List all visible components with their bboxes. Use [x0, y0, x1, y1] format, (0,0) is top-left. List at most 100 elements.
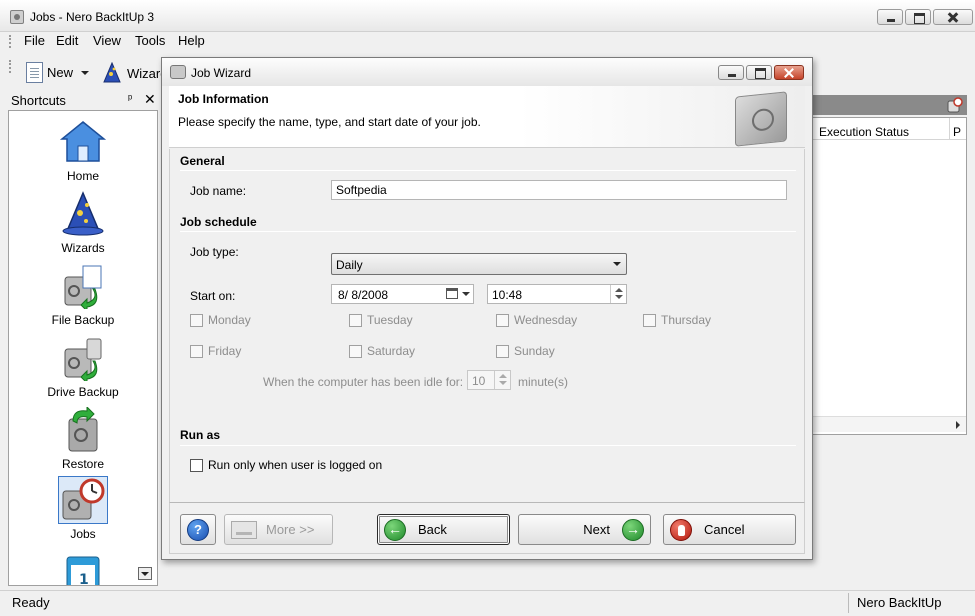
- wizard-button[interactable]: Wizard: [101, 62, 167, 84]
- checkbox-label: Saturday: [367, 344, 416, 358]
- pin-icon[interactable]: ᵖ: [128, 93, 132, 105]
- new-dropdown-arrow-icon[interactable]: [81, 70, 90, 75]
- job-list[interactable]: Execution Status P: [810, 117, 967, 435]
- header-title: Job Information: [178, 92, 269, 106]
- start-time-value: 10:48: [492, 288, 523, 302]
- scroll-down-button[interactable]: [138, 567, 152, 580]
- start-date-picker[interactable]: 8/ 8/2008: [331, 284, 474, 304]
- idle-spinner[interactable]: [494, 371, 510, 389]
- horizontal-scrollbar[interactable]: [811, 416, 966, 432]
- dialog-titlebar[interactable]: Job Wizard: [162, 58, 812, 86]
- shortcut-jobs[interactable]: Jobs: [9, 476, 157, 541]
- calendar-icon: 1: [59, 551, 107, 585]
- header-description: Please specify the name, type, and start…: [178, 115, 481, 129]
- minimize-button[interactable]: [877, 9, 903, 25]
- checkbox-box[interactable]: [190, 458, 203, 472]
- checkbox-box[interactable]: [349, 313, 362, 327]
- column-p[interactable]: P: [953, 125, 961, 139]
- shortcuts-header: Shortcuts ᵖ ✕: [8, 91, 158, 110]
- checkbox-box[interactable]: [190, 344, 203, 358]
- close-pane-icon[interactable]: ✕: [144, 91, 156, 108]
- section-divider: [180, 231, 796, 232]
- help-button[interactable]: ?: [180, 514, 216, 545]
- back-button[interactable]: ← Back: [377, 514, 510, 545]
- new-document-icon: [26, 62, 43, 83]
- help-icon: ?: [187, 518, 209, 541]
- shortcut-label: File Backup: [51, 313, 115, 327]
- shortcut-wizards[interactable]: Wizards: [9, 191, 157, 255]
- more-button[interactable]: More >>: [224, 514, 333, 545]
- menu-edit[interactable]: Edit: [56, 33, 78, 48]
- next-button[interactable]: Next →: [518, 514, 651, 545]
- checkbox-wednesday[interactable]: Wednesday: [496, 313, 577, 327]
- maximize-button[interactable]: [905, 9, 931, 25]
- wizard-hat-icon: [59, 191, 107, 237]
- dialog-title: Job Wizard: [191, 66, 252, 80]
- right-panel-icon: [947, 97, 963, 113]
- checkbox-label: Friday: [208, 344, 242, 358]
- job-list-header: Execution Status P: [811, 118, 966, 140]
- checkbox-label: Tuesday: [367, 313, 413, 327]
- idle-label: When the computer has been idle for:: [263, 375, 464, 389]
- close-button[interactable]: [933, 9, 973, 25]
- shortcut-file-backup[interactable]: File Backup: [9, 263, 157, 327]
- menu-view[interactable]: View: [93, 33, 121, 48]
- cancel-button[interactable]: Cancel: [663, 514, 796, 545]
- menu-file[interactable]: File: [24, 33, 45, 48]
- column-divider[interactable]: [949, 118, 950, 140]
- dialog-header: Job Information Please specify the name,…: [169, 86, 805, 148]
- checkbox-sunday[interactable]: Sunday: [496, 344, 555, 358]
- dialog-maximize-button[interactable]: [746, 65, 772, 80]
- shortcut-drive-backup[interactable]: Drive Backup: [9, 335, 157, 399]
- shortcut-calendar[interactable]: 1: [9, 551, 157, 585]
- checkbox-box[interactable]: [496, 344, 509, 358]
- checkbox-box[interactable]: [349, 344, 362, 358]
- dialog-close-button[interactable]: [774, 65, 804, 80]
- checkbox-label: Sunday: [514, 344, 555, 358]
- checkbox-box[interactable]: [496, 313, 509, 327]
- checkbox-tuesday[interactable]: Tuesday: [349, 313, 413, 327]
- checkbox-logged-on[interactable]: Run only when user is logged on: [190, 458, 382, 472]
- back-arrow-icon: ←: [384, 518, 406, 541]
- status-app-name: Nero BackItUp: [857, 595, 942, 610]
- idle-minutes-value: 10: [472, 374, 486, 388]
- right-panel-header: [810, 95, 967, 115]
- wizard-hat-icon: [103, 62, 121, 83]
- status-text: Ready: [12, 595, 50, 610]
- checkbox-label: Run only when user is logged on: [208, 458, 383, 472]
- calendar-icon[interactable]: [446, 288, 458, 299]
- section-divider: [180, 445, 796, 446]
- stop-hand-icon: [670, 518, 692, 541]
- back-label: Back: [418, 522, 447, 537]
- job-name-input[interactable]: [331, 180, 787, 200]
- job-type-select[interactable]: Daily: [331, 253, 627, 275]
- checkbox-label: Thursday: [661, 313, 712, 327]
- shortcut-restore[interactable]: Restore: [9, 405, 157, 471]
- shortcut-home[interactable]: Home: [9, 119, 157, 183]
- idle-minutes-input[interactable]: 10: [467, 370, 511, 390]
- checkbox-box[interactable]: [643, 313, 656, 327]
- job-type-label: Job type:: [190, 245, 239, 259]
- next-label: Next: [583, 522, 610, 537]
- menu-help[interactable]: Help: [178, 33, 205, 48]
- start-date-value: 8/ 8/2008: [338, 288, 389, 302]
- job-name-label: Job name:: [190, 184, 247, 198]
- shortcut-label: Home: [66, 169, 99, 183]
- window-title: Jobs - Nero BackItUp 3: [30, 10, 155, 24]
- checkbox-friday[interactable]: Friday: [190, 344, 241, 358]
- checkbox-box[interactable]: [190, 313, 203, 327]
- new-button[interactable]: New: [26, 62, 90, 83]
- start-time-input[interactable]: 10:48: [487, 284, 627, 304]
- more-label: More >>: [266, 522, 315, 537]
- checkbox-monday[interactable]: Monday: [190, 313, 251, 327]
- checkbox-saturday[interactable]: Saturday: [349, 344, 415, 358]
- section-divider: [180, 170, 796, 171]
- time-spinner[interactable]: [610, 285, 626, 303]
- menu-tools[interactable]: Tools: [135, 33, 165, 48]
- dialog-minimize-button[interactable]: [718, 65, 744, 80]
- chevron-down-icon[interactable]: [462, 292, 470, 296]
- column-execution-status[interactable]: Execution Status: [819, 125, 909, 139]
- checkbox-thursday[interactable]: Thursday: [643, 313, 711, 327]
- statusbar: Ready Nero BackItUp: [0, 590, 975, 616]
- window-controls: [877, 9, 973, 25]
